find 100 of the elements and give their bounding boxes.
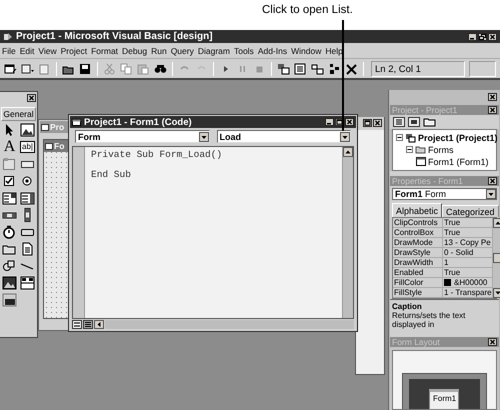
property-value[interactable]: &H00000 bbox=[453, 278, 488, 288]
menu-item[interactable]: View bbox=[38, 46, 57, 56]
menu-item[interactable]: Edit bbox=[20, 46, 34, 56]
scroll-up-icon[interactable] bbox=[492, 218, 500, 228]
close-icon[interactable] bbox=[488, 177, 497, 185]
stopwatch-icon[interactable] bbox=[2, 225, 17, 239]
close-icon[interactable] bbox=[488, 32, 497, 40]
menu-item[interactable]: Add-Ins bbox=[258, 46, 288, 56]
checkbox-icon[interactable] bbox=[2, 174, 17, 188]
menu-item[interactable]: Window bbox=[291, 46, 322, 56]
object-dropdown[interactable]: Form1 Form bbox=[392, 188, 497, 200]
maximize-icon[interactable] bbox=[335, 118, 344, 126]
property-name[interactable]: Enabled bbox=[393, 268, 443, 278]
picture-box-icon[interactable] bbox=[20, 123, 35, 137]
property-name[interactable]: FillStyle bbox=[393, 288, 443, 298]
collapse-icon[interactable] bbox=[396, 134, 403, 141]
object-browser-icon[interactable] bbox=[328, 62, 341, 74]
restore-icon[interactable] bbox=[478, 32, 487, 40]
tree-item[interactable]: Form1 (Form1) bbox=[428, 156, 488, 166]
menu-item[interactable]: Diagram bbox=[198, 46, 230, 56]
close-icon[interactable] bbox=[27, 94, 36, 102]
full-module-view-icon[interactable] bbox=[83, 320, 93, 329]
minimize-icon[interactable] bbox=[325, 118, 334, 126]
toolbox-tab[interactable]: General bbox=[1, 107, 36, 121]
menu-item[interactable]: Project bbox=[60, 46, 88, 56]
menu-item[interactable]: Debug bbox=[122, 46, 148, 56]
form-icon bbox=[45, 142, 53, 150]
menu-editor-icon[interactable] bbox=[38, 62, 51, 74]
procedure-view-icon[interactable] bbox=[72, 320, 82, 329]
window-icon bbox=[41, 124, 49, 130]
menu-item[interactable]: Run bbox=[151, 46, 167, 56]
tree-item[interactable]: Project1 (Project1) bbox=[418, 132, 498, 142]
property-name[interactable]: ControlBox bbox=[393, 228, 443, 238]
scroll-left-icon[interactable] bbox=[94, 320, 104, 329]
view-code-icon[interactable] bbox=[393, 116, 405, 127]
cursor-position: Ln 2, Col 1 bbox=[371, 60, 465, 76]
project-icon bbox=[405, 132, 416, 142]
image-icon[interactable] bbox=[2, 276, 17, 290]
toolbox-icon[interactable] bbox=[345, 62, 358, 74]
window-title: Project1 - Form1 (Code) bbox=[84, 116, 193, 128]
window-title: Pro bbox=[50, 122, 64, 132]
close-icon[interactable] bbox=[488, 338, 497, 346]
callout-label: Click to open List. bbox=[262, 4, 353, 16]
properties-tab[interactable]: Alphabetic bbox=[392, 203, 442, 218]
object-dropdown[interactable]: Form bbox=[75, 130, 210, 143]
description-title: Caption bbox=[392, 302, 423, 312]
paste-icon[interactable] bbox=[137, 62, 150, 74]
scroll-down-icon[interactable] bbox=[492, 288, 500, 298]
shapes-icon[interactable] bbox=[2, 259, 17, 273]
tree-item[interactable]: Forms bbox=[428, 144, 454, 154]
folder-icon bbox=[415, 145, 426, 154]
horizontal-scrollbar[interactable] bbox=[105, 320, 354, 329]
save-icon[interactable] bbox=[79, 62, 92, 74]
file-icon[interactable] bbox=[20, 242, 35, 256]
scroll-thumb[interactable] bbox=[492, 253, 500, 264]
menu-item[interactable]: Help bbox=[325, 46, 343, 56]
properties-icon[interactable] bbox=[294, 62, 307, 74]
toolbox-tool[interactable]: ab| bbox=[20, 141, 35, 153]
data-control-icon[interactable] bbox=[20, 276, 35, 290]
close-icon[interactable] bbox=[345, 118, 354, 126]
list-box-icon[interactable] bbox=[20, 191, 35, 205]
copy-icon[interactable] bbox=[120, 62, 133, 74]
code-editor[interactable]: Private Sub Form_Load() End Sub bbox=[72, 146, 354, 319]
panel-title: Form Layout bbox=[392, 336, 440, 347]
property-name[interactable]: DrawMode bbox=[393, 238, 443, 248]
add-item-icon[interactable] bbox=[21, 62, 34, 74]
combo-box-icon[interactable] bbox=[2, 191, 17, 205]
menu-item[interactable]: File bbox=[2, 46, 16, 56]
menu-item[interactable]: Format bbox=[91, 46, 118, 56]
description-text: Returns/sets the text displayed in bbox=[392, 311, 466, 330]
menu-item[interactable]: Tools bbox=[234, 46, 254, 56]
minimize-icon[interactable] bbox=[468, 32, 477, 40]
scroll-up-icon[interactable] bbox=[343, 147, 353, 157]
collapse-icon[interactable] bbox=[406, 146, 413, 153]
status-field bbox=[469, 60, 496, 76]
find-icon[interactable] bbox=[154, 62, 167, 74]
properties-tab[interactable]: Categorized bbox=[442, 205, 499, 218]
add-form-icon[interactable] bbox=[4, 62, 17, 74]
close-icon[interactable] bbox=[488, 93, 497, 102]
vertical-scrollbar[interactable] bbox=[342, 147, 353, 318]
form-icon bbox=[416, 157, 426, 166]
panel-title: Project - Project1 bbox=[392, 105, 458, 116]
form-layout-icon[interactable] bbox=[311, 62, 324, 74]
form-thumbnail[interactable]: Form1 bbox=[429, 389, 459, 410]
maximize-icon[interactable] bbox=[363, 119, 372, 127]
code-line: Private Sub Form_Load() bbox=[91, 150, 224, 160]
procedure-dropdown[interactable]: Load bbox=[216, 130, 351, 143]
ole-container-icon[interactable] bbox=[2, 293, 17, 307]
property-name[interactable]: ClipControls bbox=[393, 218, 443, 228]
app-icon bbox=[3, 32, 13, 41]
view-object-icon[interactable] bbox=[408, 116, 420, 127]
window-icon bbox=[72, 118, 81, 126]
property-name[interactable]: FillColor bbox=[393, 278, 443, 288]
project-explorer-icon[interactable] bbox=[277, 62, 290, 74]
close-icon[interactable] bbox=[373, 119, 382, 127]
property-name[interactable]: DrawStyle bbox=[393, 248, 443, 258]
toolbox-tool[interactable]: A bbox=[4, 140, 16, 154]
property-name[interactable]: DrawWidth bbox=[393, 258, 443, 268]
close-icon[interactable] bbox=[488, 106, 497, 114]
menu-item[interactable]: Query bbox=[170, 46, 194, 56]
